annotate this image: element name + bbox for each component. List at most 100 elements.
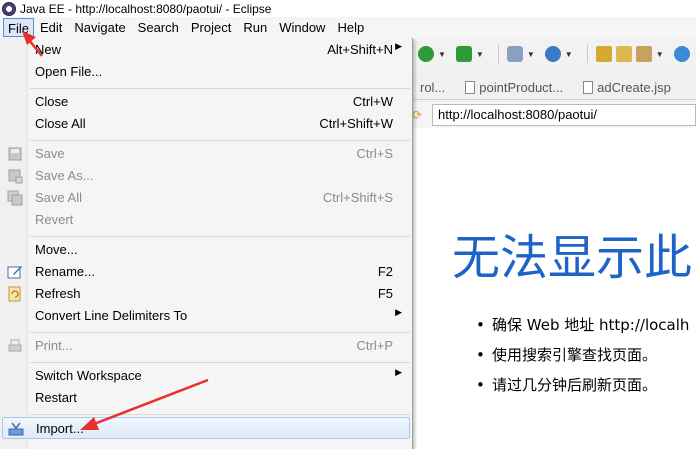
submenu-arrow-icon: ▶	[395, 41, 402, 51]
submenu-arrow-icon: ▶	[395, 367, 402, 377]
open-folder-icon[interactable]	[615, 46, 632, 62]
editor-tabs: rol... pointProduct... adCreate.jsp	[410, 76, 696, 100]
menu-project[interactable]: Project	[185, 18, 237, 37]
new-wizard-icon[interactable]	[506, 46, 523, 62]
menu-item-rename[interactable]: Rename... F2	[2, 261, 410, 283]
menu-item-label: Close	[35, 94, 69, 109]
import-icon	[8, 422, 24, 436]
title-bar: Java EE - http://localhost:8080/paotui/ …	[0, 0, 696, 17]
menu-item-label: Save As...	[35, 168, 94, 183]
menu-navigate[interactable]: Navigate	[68, 18, 131, 37]
menu-item-new[interactable]: New Alt+Shift+N ▶	[2, 39, 410, 61]
menu-item-shortcut: Ctrl+Shift+S	[322, 190, 393, 205]
main-toolbar: ▼ ▼ ▼ ▼ ▼	[410, 38, 696, 70]
print-icon	[8, 339, 22, 352]
file-icon	[583, 81, 594, 94]
run-icon[interactable]	[418, 46, 434, 62]
menu-edit[interactable]: Edit	[34, 18, 68, 37]
menu-item-save-all[interactable]: Save All Ctrl+Shift+S	[2, 187, 410, 209]
file-menu-dropdown: New Alt+Shift+N ▶ Open File... Close Ctr…	[0, 38, 413, 449]
menu-item-shortcut: Ctrl+P	[356, 338, 393, 353]
menu-item-label: Restart	[35, 390, 77, 405]
url-input[interactable]: http://localhost:8080/paotui/	[432, 104, 696, 126]
menu-bar: File Edit Navigate Search Project Run Wi…	[0, 17, 696, 38]
menu-run[interactable]: Run	[237, 18, 273, 37]
suggestion-item: 使用搜索引擎查找页面。	[476, 340, 689, 370]
run-server-icon[interactable]	[455, 46, 472, 62]
menu-item-shortcut: Ctrl+S	[356, 146, 393, 161]
editor-tab[interactable]: adCreate.jsp	[573, 80, 681, 95]
menu-item-refresh[interactable]: Refresh F5	[2, 283, 410, 305]
pen-dropdown-icon[interactable]: ▼	[656, 50, 664, 59]
menu-search[interactable]: Search	[132, 18, 185, 37]
window-title: Java EE - http://localhost:8080/paotui/ …	[20, 1, 272, 16]
toolbar-separator	[497, 45, 499, 63]
pen-icon[interactable]	[635, 46, 652, 62]
menu-item-move[interactable]: Move...	[2, 239, 410, 261]
save-icon	[8, 147, 22, 161]
refresh-icon	[8, 286, 21, 302]
save-all-icon	[7, 190, 23, 206]
menu-item-label: Revert	[35, 212, 74, 227]
menu-separator	[30, 362, 410, 363]
menu-file[interactable]: File	[3, 18, 34, 37]
tab-label: pointProduct...	[479, 80, 564, 95]
suggestion-item: 请过几分钟后刷新页面。	[476, 370, 689, 400]
menu-item-label: Refresh	[35, 286, 81, 301]
new-wizard-dropdown-icon[interactable]: ▼	[527, 50, 535, 59]
save-as-icon	[8, 169, 23, 184]
editor-tab[interactable]: rol...	[410, 80, 455, 95]
menu-item-convert-line-delimiters[interactable]: Convert Line Delimiters To ▶	[2, 305, 410, 327]
menu-item-save[interactable]: Save Ctrl+S	[2, 143, 410, 165]
globe-icon[interactable]	[673, 46, 690, 62]
menu-item-label: Print...	[35, 338, 73, 353]
menu-item-close[interactable]: Close Ctrl+W	[2, 91, 410, 113]
toolbar-separator	[586, 45, 588, 63]
menu-item-shortcut: Alt+Shift+N	[327, 42, 393, 57]
menu-item-label: Convert Line Delimiters To	[35, 308, 188, 323]
menu-help[interactable]: Help	[331, 18, 370, 37]
menu-item-shortcut: F2	[377, 264, 393, 279]
menu-item-open-file[interactable]: Open File...	[2, 61, 410, 83]
menu-item-switch-workspace[interactable]: Switch Workspace ▶	[2, 365, 410, 387]
open-type-icon[interactable]	[595, 46, 612, 62]
browser-url-bar: ⟳ http://localhost:8080/paotui/	[410, 102, 696, 128]
menu-item-print[interactable]: Print... Ctrl+P	[2, 335, 410, 357]
menu-separator	[30, 140, 410, 141]
new-class-icon[interactable]	[544, 46, 561, 62]
new-class-dropdown-icon[interactable]: ▼	[565, 50, 573, 59]
browser-content: 无法显示此 确保 Web 地址 http://localh 使用搜索引擎查找页面…	[410, 128, 696, 449]
run-dropdown-icon[interactable]: ▼	[438, 50, 446, 59]
editor-tab[interactable]: pointProduct...	[455, 80, 573, 95]
submenu-arrow-icon: ▶	[395, 307, 402, 317]
suggestion-list: 确保 Web 地址 http://localh 使用搜索引擎查找页面。 请过几分…	[476, 310, 689, 400]
browser-refresh-icon[interactable]: ⟳	[412, 108, 426, 122]
rename-icon	[7, 266, 22, 279]
menu-item-label: Save All	[35, 190, 82, 205]
menu-item-label: Open File...	[35, 64, 103, 79]
menu-item-import[interactable]: Import...	[2, 417, 410, 439]
menu-item-save-as[interactable]: Save As...	[2, 165, 410, 187]
menu-item-revert[interactable]: Revert	[2, 209, 410, 231]
tab-label: adCreate.jsp	[597, 80, 671, 95]
suggestion-item: 确保 Web 地址 http://localh	[476, 310, 689, 340]
menu-item-restart[interactable]: Restart	[2, 387, 410, 409]
menu-separator	[30, 236, 410, 237]
eclipse-icon	[2, 1, 16, 16]
menu-item-label: Rename...	[35, 264, 95, 279]
menu-item-shortcut: Ctrl+Shift+W	[319, 116, 393, 131]
menu-separator	[30, 88, 410, 89]
menu-item-label: Move...	[35, 242, 78, 257]
menu-item-shortcut: F5	[377, 286, 393, 301]
menu-separator	[30, 332, 410, 333]
menu-item-label: Close All	[35, 116, 86, 131]
menu-item-label: Switch Workspace	[35, 368, 142, 383]
menu-window[interactable]: Window	[273, 18, 331, 37]
menu-item-close-all[interactable]: Close All Ctrl+Shift+W	[2, 113, 410, 135]
run-server-dropdown-icon[interactable]: ▼	[476, 50, 484, 59]
menu-item-label: New	[35, 42, 62, 57]
error-title: 无法显示此	[452, 230, 693, 286]
file-icon	[465, 81, 476, 94]
tab-label: rol...	[420, 80, 446, 95]
menu-item-shortcut: Ctrl+W	[352, 94, 393, 109]
